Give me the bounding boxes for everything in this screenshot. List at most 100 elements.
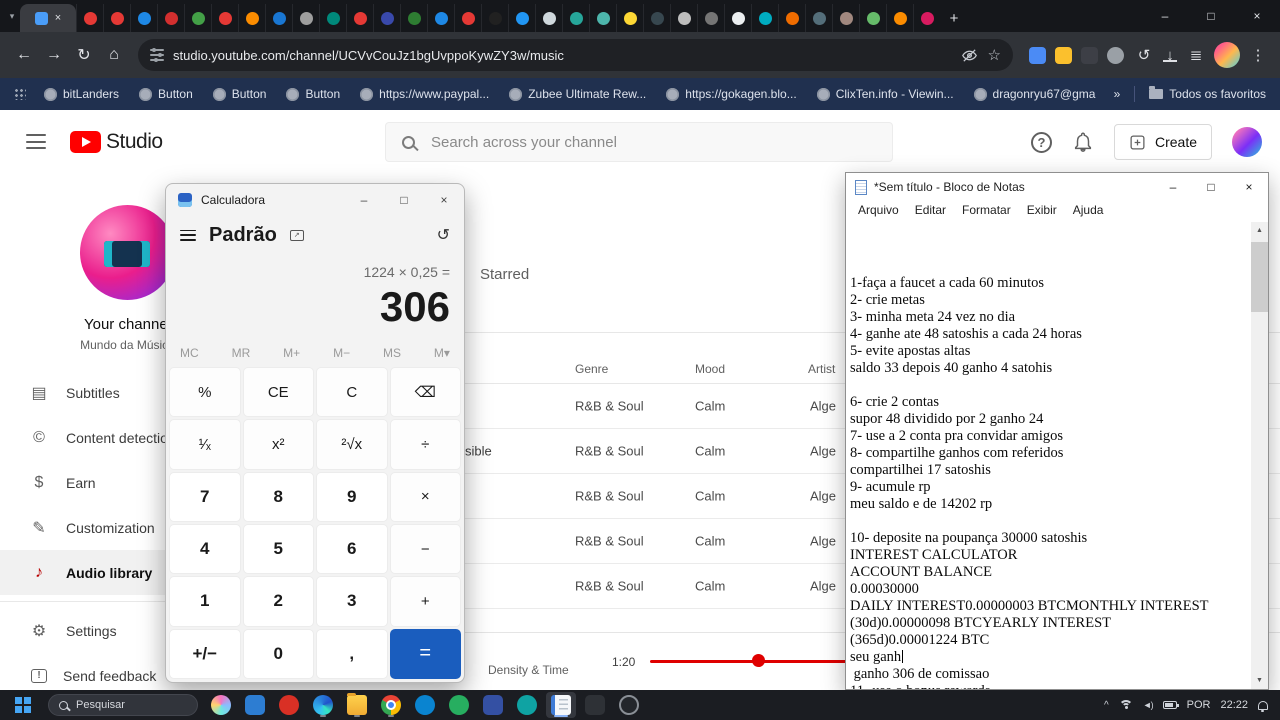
calc-key-2[interactable]: 2 <box>242 576 314 627</box>
notepad-menu-item[interactable]: Arquivo <box>850 201 907 222</box>
notepad-menu-item[interactable]: Ajuda <box>1065 201 1112 222</box>
calc-key-add[interactable]: + <box>389 576 461 627</box>
calc-key-percent[interactable]: % <box>169 367 241 418</box>
bookmark-item[interactable]: Button <box>139 87 193 101</box>
calc-key-multiply[interactable]: × <box>389 471 461 522</box>
calc-key-square[interactable]: x² <box>242 419 314 470</box>
browser-tab[interactable] <box>508 4 535 32</box>
browser-tab[interactable] <box>562 4 589 32</box>
browser-tab[interactable] <box>643 4 670 32</box>
notepad-titlebar[interactable]: *Sem título - Bloco de Notas – □ × <box>846 173 1268 201</box>
forward-icon[interactable]: → <box>40 41 68 69</box>
browser-tab[interactable] <box>265 4 292 32</box>
bookmark-item[interactable]: Zubee Ultimate Rew... <box>509 87 646 101</box>
browser-tab[interactable] <box>427 4 454 32</box>
close-button[interactable]: × <box>1234 0 1280 32</box>
browser-tab[interactable] <box>616 4 643 32</box>
tab-search-icon[interactable]: ▾ <box>4 11 20 22</box>
calculator-mode[interactable]: Padrão <box>209 224 277 247</box>
new-tab-button[interactable]: + <box>940 4 968 32</box>
calc-key-negate[interactable]: +/− <box>169 628 241 679</box>
home-icon[interactable]: ⌂ <box>100 41 128 69</box>
memory-button[interactable]: MR <box>232 346 251 360</box>
memory-button[interactable]: MS <box>383 346 401 360</box>
bookmark-item[interactable]: https://www.paypal... <box>360 87 489 101</box>
taskbar-app-edge[interactable] <box>308 692 338 718</box>
player-progress-knob[interactable] <box>752 654 765 667</box>
taskbar-app-copilot[interactable] <box>206 692 236 718</box>
history-sync-icon[interactable]: ↺ <box>1132 46 1156 64</box>
taskbar-app-4[interactable] <box>444 692 474 718</box>
maximize-button[interactable]: □ <box>1192 173 1230 201</box>
notepad-menu-item[interactable]: Formatar <box>954 201 1019 222</box>
minimize-button[interactable]: – <box>1142 0 1188 32</box>
extension-icon[interactable] <box>1107 46 1124 64</box>
browser-tab[interactable] <box>832 4 859 32</box>
calc-key-decimal[interactable]: , <box>316 628 388 679</box>
calc-key-backspace[interactable]: ⌫ <box>389 367 461 418</box>
bookmark-item[interactable]: ClixTen.info - Viewin... <box>816 87 954 101</box>
browser-tab[interactable] <box>913 4 940 32</box>
calc-key-7[interactable]: 7 <box>169 471 241 522</box>
bookmark-item[interactable]: dragonryu67@gmai... <box>973 87 1096 101</box>
browser-tab[interactable] <box>454 4 481 32</box>
calc-key-4[interactable]: 4 <box>169 523 241 575</box>
site-settings-icon[interactable] <box>150 48 164 62</box>
notifications-bell-icon[interactable] <box>1072 131 1094 153</box>
calc-key-subtract[interactable]: − <box>389 523 461 575</box>
browser-tab[interactable] <box>211 4 238 32</box>
browser-tab[interactable] <box>670 4 697 32</box>
browser-tab[interactable] <box>778 4 805 32</box>
scrollbar-thumb[interactable] <box>1251 242 1268 312</box>
column-mood[interactable]: Mood <box>695 362 725 376</box>
calc-key-3[interactable]: 3 <box>316 576 388 627</box>
reload-icon[interactable]: ↻ <box>70 41 98 69</box>
notepad-text-area[interactable]: 1-faça a faucet a cada 60 minutos 2- crie… <box>850 224 1251 689</box>
calc-key-clear-entry[interactable]: CE <box>242 367 314 418</box>
calc-key-0[interactable]: 0 <box>242 628 314 679</box>
taskbar-app-file-explorer[interactable] <box>342 692 372 718</box>
browser-tab[interactable] <box>319 4 346 32</box>
hamburger-icon[interactable] <box>26 134 46 149</box>
browser-tab[interactable] <box>481 4 508 32</box>
calc-key-5[interactable]: 5 <box>242 523 314 575</box>
battery-icon[interactable] <box>1162 701 1179 709</box>
browser-tab[interactable] <box>805 4 832 32</box>
studio-logo[interactable]: Studio <box>70 130 163 154</box>
column-artist[interactable]: Artist <box>808 362 835 376</box>
browser-tab[interactable] <box>346 4 373 32</box>
taskbar-app-5[interactable] <box>478 692 508 718</box>
calc-key-1[interactable]: 1 <box>169 576 241 627</box>
bookmarks-overflow-icon[interactable]: » <box>1114 87 1121 101</box>
close-button[interactable]: × <box>1230 173 1268 201</box>
reading-list-icon[interactable]: ≣ <box>1184 46 1208 64</box>
browser-tab[interactable] <box>886 4 913 32</box>
close-button[interactable]: × <box>424 184 464 216</box>
notifications-icon[interactable] <box>1258 700 1268 712</box>
taskbar-app-notepad[interactable] <box>546 692 576 718</box>
browser-tab[interactable] <box>103 4 130 32</box>
calc-key-divide[interactable]: ÷ <box>389 419 461 470</box>
browser-tab[interactable] <box>589 4 616 32</box>
start-button[interactable] <box>6 692 40 718</box>
speaker-icon[interactable]: ◄) <box>1143 700 1154 710</box>
memory-button[interactable]: M+ <box>283 346 300 360</box>
browser-tab[interactable] <box>130 4 157 32</box>
clock[interactable]: 22:22 <box>1220 699 1248 711</box>
account-avatar[interactable] <box>1232 127 1262 157</box>
close-tab-icon[interactable]: × <box>55 12 61 24</box>
tray-chevron-icon[interactable]: ^ <box>1104 700 1109 711</box>
calculator-window[interactable]: Calculadora – □ × Padrão ↺ 1224 × 0,25 =… <box>165 183 465 683</box>
taskbar-app-8[interactable] <box>614 692 644 718</box>
browser-menu-icon[interactable]: ⋮ <box>1246 46 1270 64</box>
history-icon[interactable]: ↺ <box>437 225 450 245</box>
hamburger-icon[interactable] <box>180 229 196 241</box>
taskbar-app-6[interactable] <box>512 692 542 718</box>
calc-key-equals[interactable]: = <box>389 628 461 679</box>
memory-button[interactable]: MC <box>180 346 199 360</box>
browser-tab[interactable] <box>697 4 724 32</box>
calc-key-sqrt[interactable]: ²√x <box>316 419 388 470</box>
column-genre[interactable]: Genre <box>575 362 608 376</box>
back-icon[interactable]: ← <box>10 41 38 69</box>
taskbar-search-input[interactable]: Pesquisar <box>48 694 198 716</box>
